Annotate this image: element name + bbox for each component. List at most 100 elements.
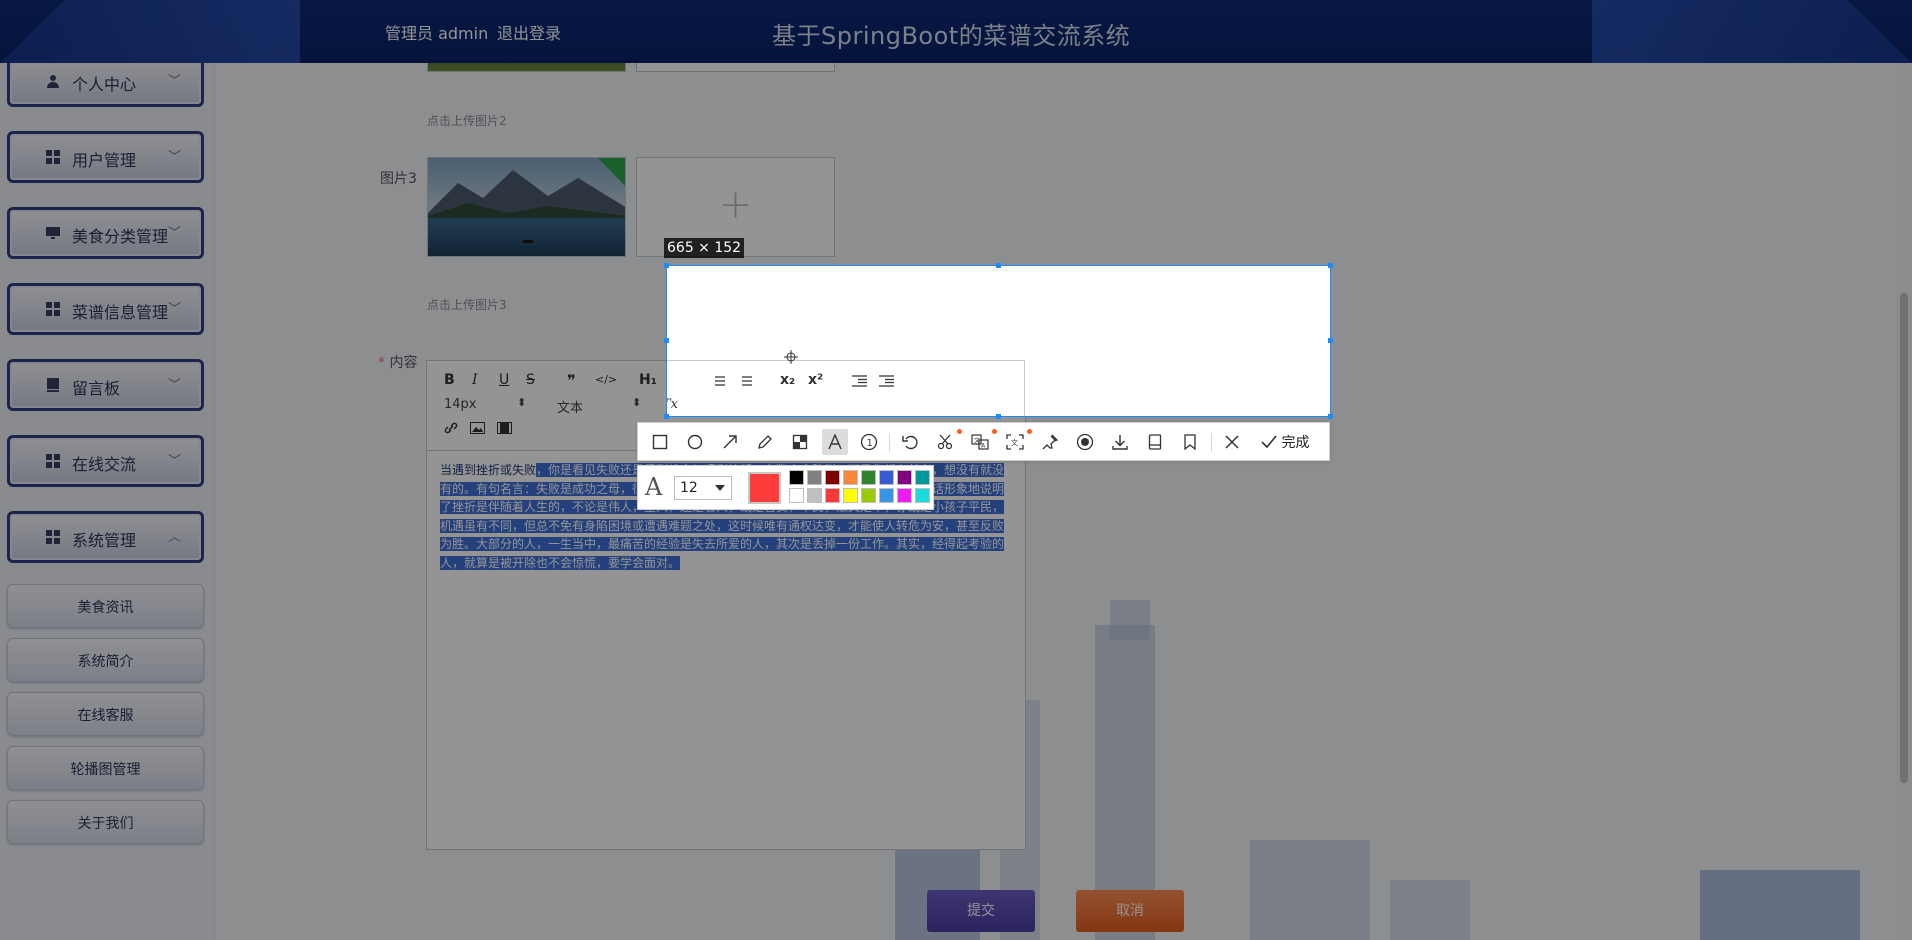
color-swatch[interactable] — [807, 470, 822, 485]
long-screenshot-icon[interactable] — [1145, 432, 1165, 452]
menu-label: 菜谱信息管理 — [72, 303, 169, 322]
submit-button[interactable]: 提交 — [927, 890, 1035, 932]
color-swatch[interactable] — [861, 470, 876, 485]
resize-handle-ne[interactable] — [1328, 263, 1333, 268]
current-color-swatch[interactable] — [748, 472, 781, 504]
menu-label: 美食分类管理 — [72, 227, 169, 246]
font-size-value: 12 — [680, 480, 698, 496]
resize-handle-s[interactable] — [996, 414, 1001, 419]
scrollbar-thumb[interactable] — [1900, 293, 1908, 783]
text-icon[interactable] — [822, 429, 848, 455]
menu-label: 个人中心 — [72, 75, 137, 94]
color-swatch[interactable] — [789, 488, 804, 503]
h1-button[interactable]: H₁ — [639, 372, 657, 388]
color-swatch[interactable] — [879, 488, 894, 503]
header-select[interactable]: 文本 — [557, 397, 583, 416]
color-swatch[interactable] — [807, 488, 822, 503]
menu-item-system-management[interactable]: 系统管理 ︿ — [7, 511, 204, 563]
strike-button[interactable]: S — [526, 372, 535, 388]
quote-button[interactable]: ❞ — [567, 371, 576, 390]
resize-handle-sw[interactable] — [664, 414, 669, 419]
color-swatch[interactable] — [843, 470, 858, 485]
submenu-food-news[interactable]: 美食资讯 — [7, 584, 204, 628]
cutout-icon[interactable] — [935, 432, 955, 452]
menu-item-recipe-info[interactable]: 菜谱信息管理 ﹀ — [7, 283, 204, 335]
record-icon[interactable] — [1075, 432, 1095, 452]
done-button[interactable]: 完成 — [1261, 432, 1309, 452]
menu-label: 留言板 — [72, 379, 121, 398]
font-size-caret-icon: ⬍ — [517, 396, 527, 409]
link-icon[interactable] — [443, 421, 459, 435]
color-swatch[interactable] — [897, 488, 912, 503]
menu-label: 在线交流 — [72, 455, 137, 474]
translate-icon[interactable]: 文A — [970, 432, 990, 452]
submenu-carousel-management[interactable]: 轮播图管理 — [7, 746, 204, 790]
pin-icon[interactable] — [1040, 432, 1060, 452]
grid-icon — [46, 454, 60, 468]
submenu-system-intro[interactable]: 系统简介 — [7, 638, 204, 682]
uploaded-image-3 — [427, 157, 626, 257]
chevron-down-icon: ﹀ — [167, 74, 181, 89]
grid-icon — [46, 302, 60, 316]
video-icon[interactable] — [497, 422, 512, 434]
capture-size-label: 665 × 152 — [664, 238, 745, 258]
code-button[interactable]: </> — [595, 373, 617, 386]
sidebar: 个人中心 ﹀ 用户管理 ﹀ 美食分类管理 ﹀ 菜谱信息管理 ﹀ 留言板 ﹀ 在线… — [0, 0, 215, 940]
close-icon[interactable] — [1222, 432, 1242, 452]
color-swatch[interactable] — [789, 470, 804, 485]
toolbar-separator — [1211, 433, 1212, 452]
resize-handle-w[interactable] — [664, 338, 669, 343]
resize-handle-n[interactable] — [996, 263, 1001, 268]
resize-handle-e[interactable] — [1328, 338, 1333, 343]
pencil-icon[interactable] — [755, 432, 775, 452]
bookmark-icon[interactable] — [1180, 432, 1200, 452]
upload-hint-2: 点击上传图片2 — [427, 114, 507, 128]
download-icon[interactable] — [1110, 432, 1130, 452]
header-caret-icon: ⬍ — [632, 396, 642, 409]
ellipse-icon[interactable] — [685, 432, 705, 452]
color-swatch[interactable] — [861, 488, 876, 503]
color-swatch[interactable] — [915, 470, 930, 485]
underline-button[interactable]: U — [499, 372, 509, 388]
color-swatch[interactable] — [879, 470, 894, 485]
font-size-select[interactable]: 14px — [444, 397, 477, 412]
image-icon[interactable] — [470, 422, 485, 434]
arrow-icon[interactable] — [720, 432, 740, 452]
submenu-label: 美食资讯 — [77, 600, 134, 616]
image3-label: 图片3 — [380, 171, 417, 187]
mosaic-icon[interactable] — [790, 432, 810, 452]
logout-link[interactable]: 退出登录 — [497, 20, 561, 44]
undo-icon[interactable] — [900, 432, 920, 452]
submenu-about-us[interactable]: 关于我们 — [7, 800, 204, 844]
bold-button[interactable]: B — [444, 372, 455, 388]
menu-item-user-management[interactable]: 用户管理 ﹀ — [7, 131, 204, 183]
submenu-online-service[interactable]: 在线客服 — [7, 692, 204, 736]
menu-item-food-category[interactable]: 美食分类管理 ﹀ — [7, 207, 204, 259]
text-size-icon: A — [645, 473, 663, 501]
color-swatch[interactable] — [915, 488, 930, 503]
new-badge-dot — [957, 429, 962, 434]
rectangle-icon[interactable] — [650, 432, 670, 452]
menu-label: 用户管理 — [72, 151, 137, 170]
color-swatch[interactable] — [825, 470, 840, 485]
ocr-icon[interactable]: 文 — [1005, 432, 1025, 452]
text-options-panel: A 12 — [637, 465, 934, 510]
resize-handle-nw[interactable] — [664, 263, 669, 268]
color-swatch[interactable] — [843, 488, 858, 503]
page-scrollbar[interactable] — [1896, 63, 1912, 940]
top-header: 管理员 admin 退出登录 基于SpringBoot的菜谱交流系统 — [0, 0, 1912, 63]
number-icon[interactable]: 1 — [859, 432, 879, 452]
font-size-dropdown[interactable]: 12 — [674, 476, 732, 500]
plus-icon: + — [718, 182, 753, 228]
italic-button[interactable]: I — [472, 372, 478, 388]
menu-label: 系统管理 — [72, 531, 137, 550]
color-swatch[interactable] — [825, 488, 840, 503]
color-swatch[interactable] — [897, 470, 912, 485]
resize-handle-se[interactable] — [1328, 414, 1333, 419]
menu-item-online-chat[interactable]: 在线交流 ﹀ — [7, 435, 204, 487]
cancel-button[interactable]: 取消 — [1076, 890, 1184, 932]
chevron-down-icon: ﹀ — [167, 302, 181, 317]
menu-item-message-board[interactable]: 留言板 ﹀ — [7, 359, 204, 411]
crosshair-cursor-icon — [784, 350, 798, 364]
chevron-down-icon: ﹀ — [167, 226, 181, 241]
